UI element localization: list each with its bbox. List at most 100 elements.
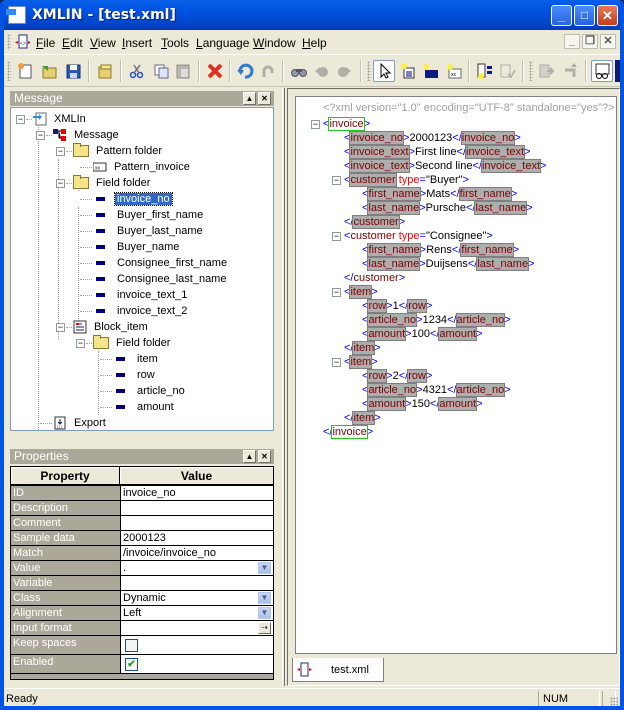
xml-tag-name[interactable]: row (407, 369, 427, 383)
property-value-input-format[interactable]: ⇢ (120, 621, 273, 635)
tree-expander[interactable]: − (56, 179, 65, 188)
run-icon[interactable] (537, 62, 555, 80)
tree-node[interactable]: Export (53, 415, 108, 430)
find-previous-icon[interactable] (313, 62, 331, 80)
fold-toggle[interactable]: − (332, 288, 341, 297)
xml-tag-name[interactable]: invoice_text (465, 145, 526, 159)
save-icon[interactable] (64, 62, 82, 80)
export-button[interactable] (615, 60, 620, 82)
tree-node[interactable]: Field folder (93, 335, 172, 351)
fold-toggle[interactable]: − (332, 232, 341, 241)
menu-help[interactable]: Help (302, 36, 327, 50)
menu-file[interactable]: File (36, 36, 55, 50)
property-value-description[interactable] (120, 501, 273, 515)
xml-tag-name[interactable]: first_name (367, 187, 421, 201)
tree-node[interactable]: invoice_text_1 (93, 287, 189, 303)
insert-pattern-icon[interactable]: xx (445, 62, 463, 80)
xml-tag-name[interactable]: invoice_text (349, 145, 410, 159)
xml-tag-name[interactable]: last_name (367, 257, 421, 271)
chevron-down-icon[interactable]: ▼ (258, 592, 271, 604)
resize-grip[interactable] (610, 697, 618, 706)
xml-tag-name[interactable]: item (349, 355, 373, 369)
xml-tag-name[interactable]: row (367, 369, 388, 383)
message-pane-collapse-button[interactable]: ▲ (243, 92, 256, 105)
mdi-restore-button[interactable]: ❐ (582, 34, 598, 49)
fold-toggle[interactable]: − (332, 358, 341, 367)
menu-insert[interactable]: Insert (122, 36, 152, 50)
chevron-down-icon[interactable]: ▼ (258, 607, 271, 619)
property-value-alignment[interactable]: Left ▼ (120, 606, 273, 620)
tree-node[interactable]: invoice_no (93, 191, 173, 207)
tree-node[interactable]: Consignee_first_name (93, 255, 229, 271)
property-value-class[interactable]: Dynamic ▼ (120, 591, 273, 605)
tree-node[interactable]: row (113, 367, 157, 383)
xml-tag-name[interactable]: last_name (474, 201, 528, 215)
properties-pane-close-button[interactable]: ✕ (258, 450, 271, 463)
doc-tab-test-xml[interactable]: test.xml (292, 658, 384, 682)
tree-node[interactable]: item (113, 351, 160, 367)
tree-node[interactable]: Consignee_last_name (93, 271, 228, 287)
menu-grip[interactable] (7, 34, 11, 50)
new-document-icon[interactable] (16, 62, 34, 80)
xml-tag-name[interactable]: last_name (476, 257, 530, 271)
chevron-down-icon[interactable]: ▼ (258, 562, 271, 574)
xml-tag-name[interactable]: invoice_text (480, 159, 542, 173)
xml-tag-name[interactable]: item (349, 285, 373, 299)
redo-icon[interactable] (259, 62, 277, 80)
tree-expander[interactable]: − (36, 131, 45, 140)
tree-expander[interactable]: − (56, 147, 65, 156)
xml-tag-name[interactable]: first_name (460, 243, 514, 257)
tree-node[interactable]: Message (53, 127, 121, 143)
tree-node[interactable]: Field folder (73, 175, 152, 191)
xml-tag-name[interactable]: amount (367, 327, 407, 341)
property-value-comment[interactable] (120, 516, 273, 530)
xml-tag-name[interactable]: customer (353, 272, 398, 284)
xml-editor[interactable]: <?xml version="1.0" encoding="UTF-8" sta… (295, 96, 617, 654)
property-value-sample-data[interactable]: 2000123 (120, 531, 273, 545)
xml-tag-name[interactable]: article_no (367, 383, 418, 397)
generate-icon[interactable] (476, 62, 494, 80)
title-bar[interactable]: XMLIN - [test.xml] _ □ ✕ (4, 0, 620, 30)
xml-tag-name[interactable]: amount (438, 327, 478, 341)
menu-tools[interactable]: Tools (161, 36, 189, 50)
tree-node[interactable]: xx Pattern_invoice (92, 159, 192, 175)
checkbox-unchecked[interactable] (125, 639, 138, 652)
tree-node[interactable]: article_no (113, 383, 187, 399)
undo-icon[interactable] (236, 62, 254, 80)
toolbar-grip[interactable] (529, 61, 533, 81)
xml-tag-name[interactable]: customer (350, 230, 395, 242)
ellipsis-button-icon[interactable]: ⇢ (258, 622, 271, 634)
tree-node[interactable]: Buyer_name (93, 239, 181, 255)
tree-node[interactable]: Pattern folder (73, 143, 164, 159)
find-next-icon[interactable] (335, 62, 353, 80)
tree-node[interactable]: Buyer_first_name (93, 207, 205, 223)
xml-tag-name[interactable]: amount (438, 397, 478, 411)
xml-tag-name[interactable]: first_name (367, 243, 421, 257)
open-project-icon[interactable] (96, 62, 114, 80)
maximize-button[interactable]: □ (574, 5, 595, 26)
property-value-variable[interactable] (120, 576, 273, 590)
xml-tag-name[interactable]: article_no (455, 313, 506, 327)
insert-block-icon[interactable] (421, 62, 439, 80)
tree-node[interactable]: Block_item (73, 319, 150, 335)
property-value-match[interactable]: /invoice/invoice_no (120, 546, 273, 560)
property-value-value[interactable]: . ▼ (120, 561, 273, 575)
find-icon[interactable] (290, 62, 308, 80)
mdi-close-button[interactable]: ✕ (600, 34, 616, 49)
tree-node[interactable]: amount (113, 399, 176, 415)
property-value-keep-spaces[interactable] (120, 636, 273, 654)
step-icon[interactable] (562, 62, 580, 80)
xml-tag-name[interactable]: invoice_no (349, 131, 405, 145)
xml-tag-name[interactable]: item (352, 411, 376, 425)
mdi-minimize-button[interactable]: _ (564, 34, 580, 49)
open-folder-icon[interactable] (40, 62, 58, 80)
property-column-header[interactable]: Property (11, 467, 120, 485)
tree-node[interactable]: Buyer_last_name (93, 223, 205, 239)
tree-expander[interactable]: − (16, 115, 25, 124)
xml-tag-name[interactable]: customer (352, 215, 400, 229)
xml-tag-name[interactable]: invoice_text (349, 159, 410, 173)
xml-tag-name[interactable]: row (407, 299, 427, 313)
tree-node[interactable]: invoice_text_2 (93, 303, 189, 319)
xml-tag-name[interactable]: last_name (367, 201, 421, 215)
checkbox-checked[interactable]: ✔ (125, 658, 138, 671)
